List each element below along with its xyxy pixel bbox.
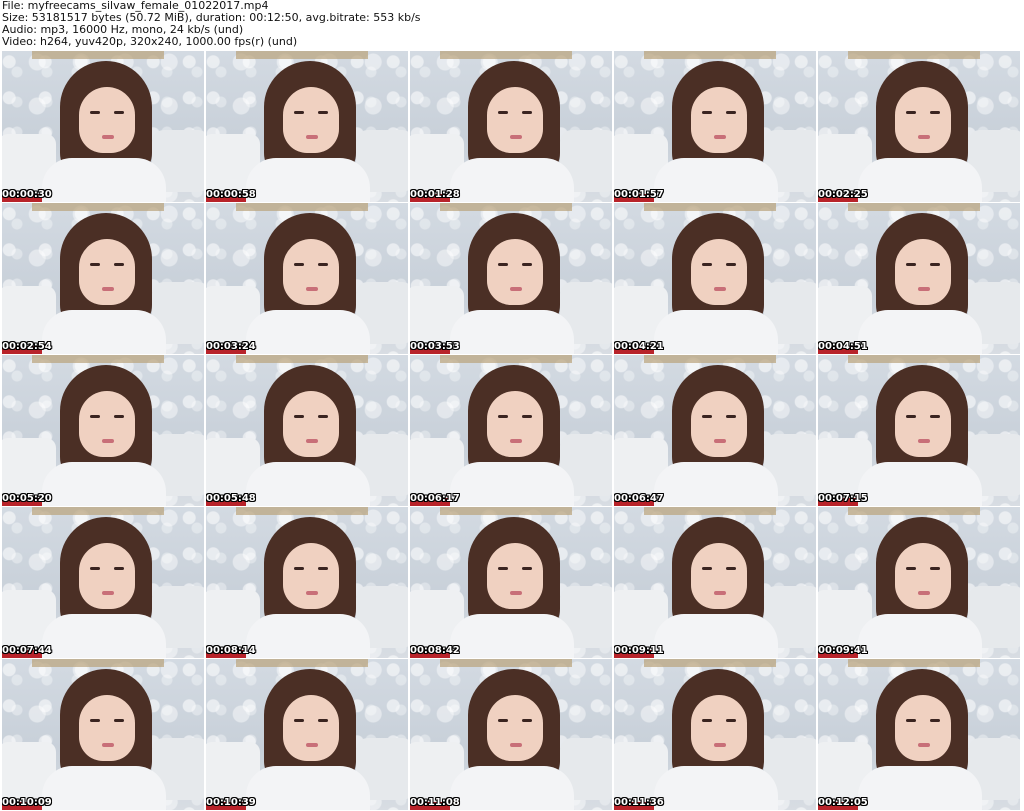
- video-info-header: File: myfreecams_silvaw_female_01022017.…: [2, 0, 1022, 50]
- thumbnail-timestamp: 00:12:05: [818, 797, 868, 808]
- thumbnail-frame: 00:00:58: [206, 51, 408, 202]
- thumbnail-timestamp: 00:03:53: [410, 341, 460, 352]
- thumbnail-timestamp: 00:05:20: [2, 493, 52, 504]
- thumbnail-timestamp: 00:00:58: [206, 189, 256, 200]
- thumbnail-timestamp: 00:00:30: [2, 189, 52, 200]
- thumbnail-frame: 00:05:48: [206, 355, 408, 506]
- thumbnail-frame: 00:08:14: [206, 507, 408, 658]
- thumbnail-timestamp: 00:07:44: [2, 645, 52, 656]
- thumbnail-timestamp: 00:06:17: [410, 493, 460, 504]
- thumbnail-frame: 00:03:24: [206, 203, 408, 354]
- thumbnail-frame: 00:01:57: [614, 51, 816, 202]
- thumbnail-frame: 00:10:39: [206, 659, 408, 810]
- thumbnail-timestamp: 00:08:14: [206, 645, 256, 656]
- thumbnail-frame: 00:02:25: [818, 51, 1020, 202]
- thumbnail-timestamp: 00:01:28: [410, 189, 460, 200]
- thumbnail-frame: 00:09:11: [614, 507, 816, 658]
- thumbnail-timestamp: 00:05:48: [206, 493, 256, 504]
- thumbnail-grid: 00:00:30 00:00:58 00:01:28 00:01:57 00:0…: [2, 51, 1022, 811]
- thumbnail-timestamp: 00:02:54: [2, 341, 52, 352]
- thumbnail-frame: 00:11:36: [614, 659, 816, 810]
- thumbnail-timestamp: 00:04:21: [614, 341, 664, 352]
- thumbnail-timestamp: 00:11:36: [614, 797, 664, 808]
- thumbnail-timestamp: 00:09:11: [614, 645, 664, 656]
- thumbnail-timestamp: 00:02:25: [818, 189, 868, 200]
- thumbnail-frame: 00:06:47: [614, 355, 816, 506]
- thumbnail-timestamp: 00:06:47: [614, 493, 664, 504]
- thumbnail-frame: 00:08:42: [410, 507, 612, 658]
- thumbnail-frame: 00:02:54: [2, 203, 204, 354]
- thumbnail-frame: 00:11:08: [410, 659, 612, 810]
- thumbnail-timestamp: 00:03:24: [206, 341, 256, 352]
- thumbnail-timestamp: 00:11:08: [410, 797, 460, 808]
- thumbnail-frame: 00:04:51: [818, 203, 1020, 354]
- thumbnail-timestamp: 00:07:15: [818, 493, 868, 504]
- thumbnail-frame: 00:01:28: [410, 51, 612, 202]
- thumbnail-frame: 00:12:05: [818, 659, 1020, 810]
- video-info-line: Video: h264, yuv420p, 320x240, 1000.00 f…: [2, 35, 298, 48]
- thumbnail-timestamp: 00:04:51: [818, 341, 868, 352]
- thumbnail-frame: 00:06:17: [410, 355, 612, 506]
- thumbnail-frame: 00:07:15: [818, 355, 1020, 506]
- thumbnail-timestamp: 00:09:41: [818, 645, 868, 656]
- thumbnail-frame: 00:00:30: [2, 51, 204, 202]
- thumbnail-timestamp: 00:08:42: [410, 645, 460, 656]
- thumbnail-timestamp: 00:10:09: [2, 797, 52, 808]
- thumbnail-timestamp: 00:01:57: [614, 189, 664, 200]
- thumbnail-frame: 00:10:09: [2, 659, 204, 810]
- thumbnail-frame: 00:07:44: [2, 507, 204, 658]
- thumbnail-frame: 00:05:20: [2, 355, 204, 506]
- thumbnail-frame: 00:04:21: [614, 203, 816, 354]
- thumbnail-frame: 00:03:53: [410, 203, 612, 354]
- thumbnail-timestamp: 00:10:39: [206, 797, 256, 808]
- thumbnail-frame: 00:09:41: [818, 507, 1020, 658]
